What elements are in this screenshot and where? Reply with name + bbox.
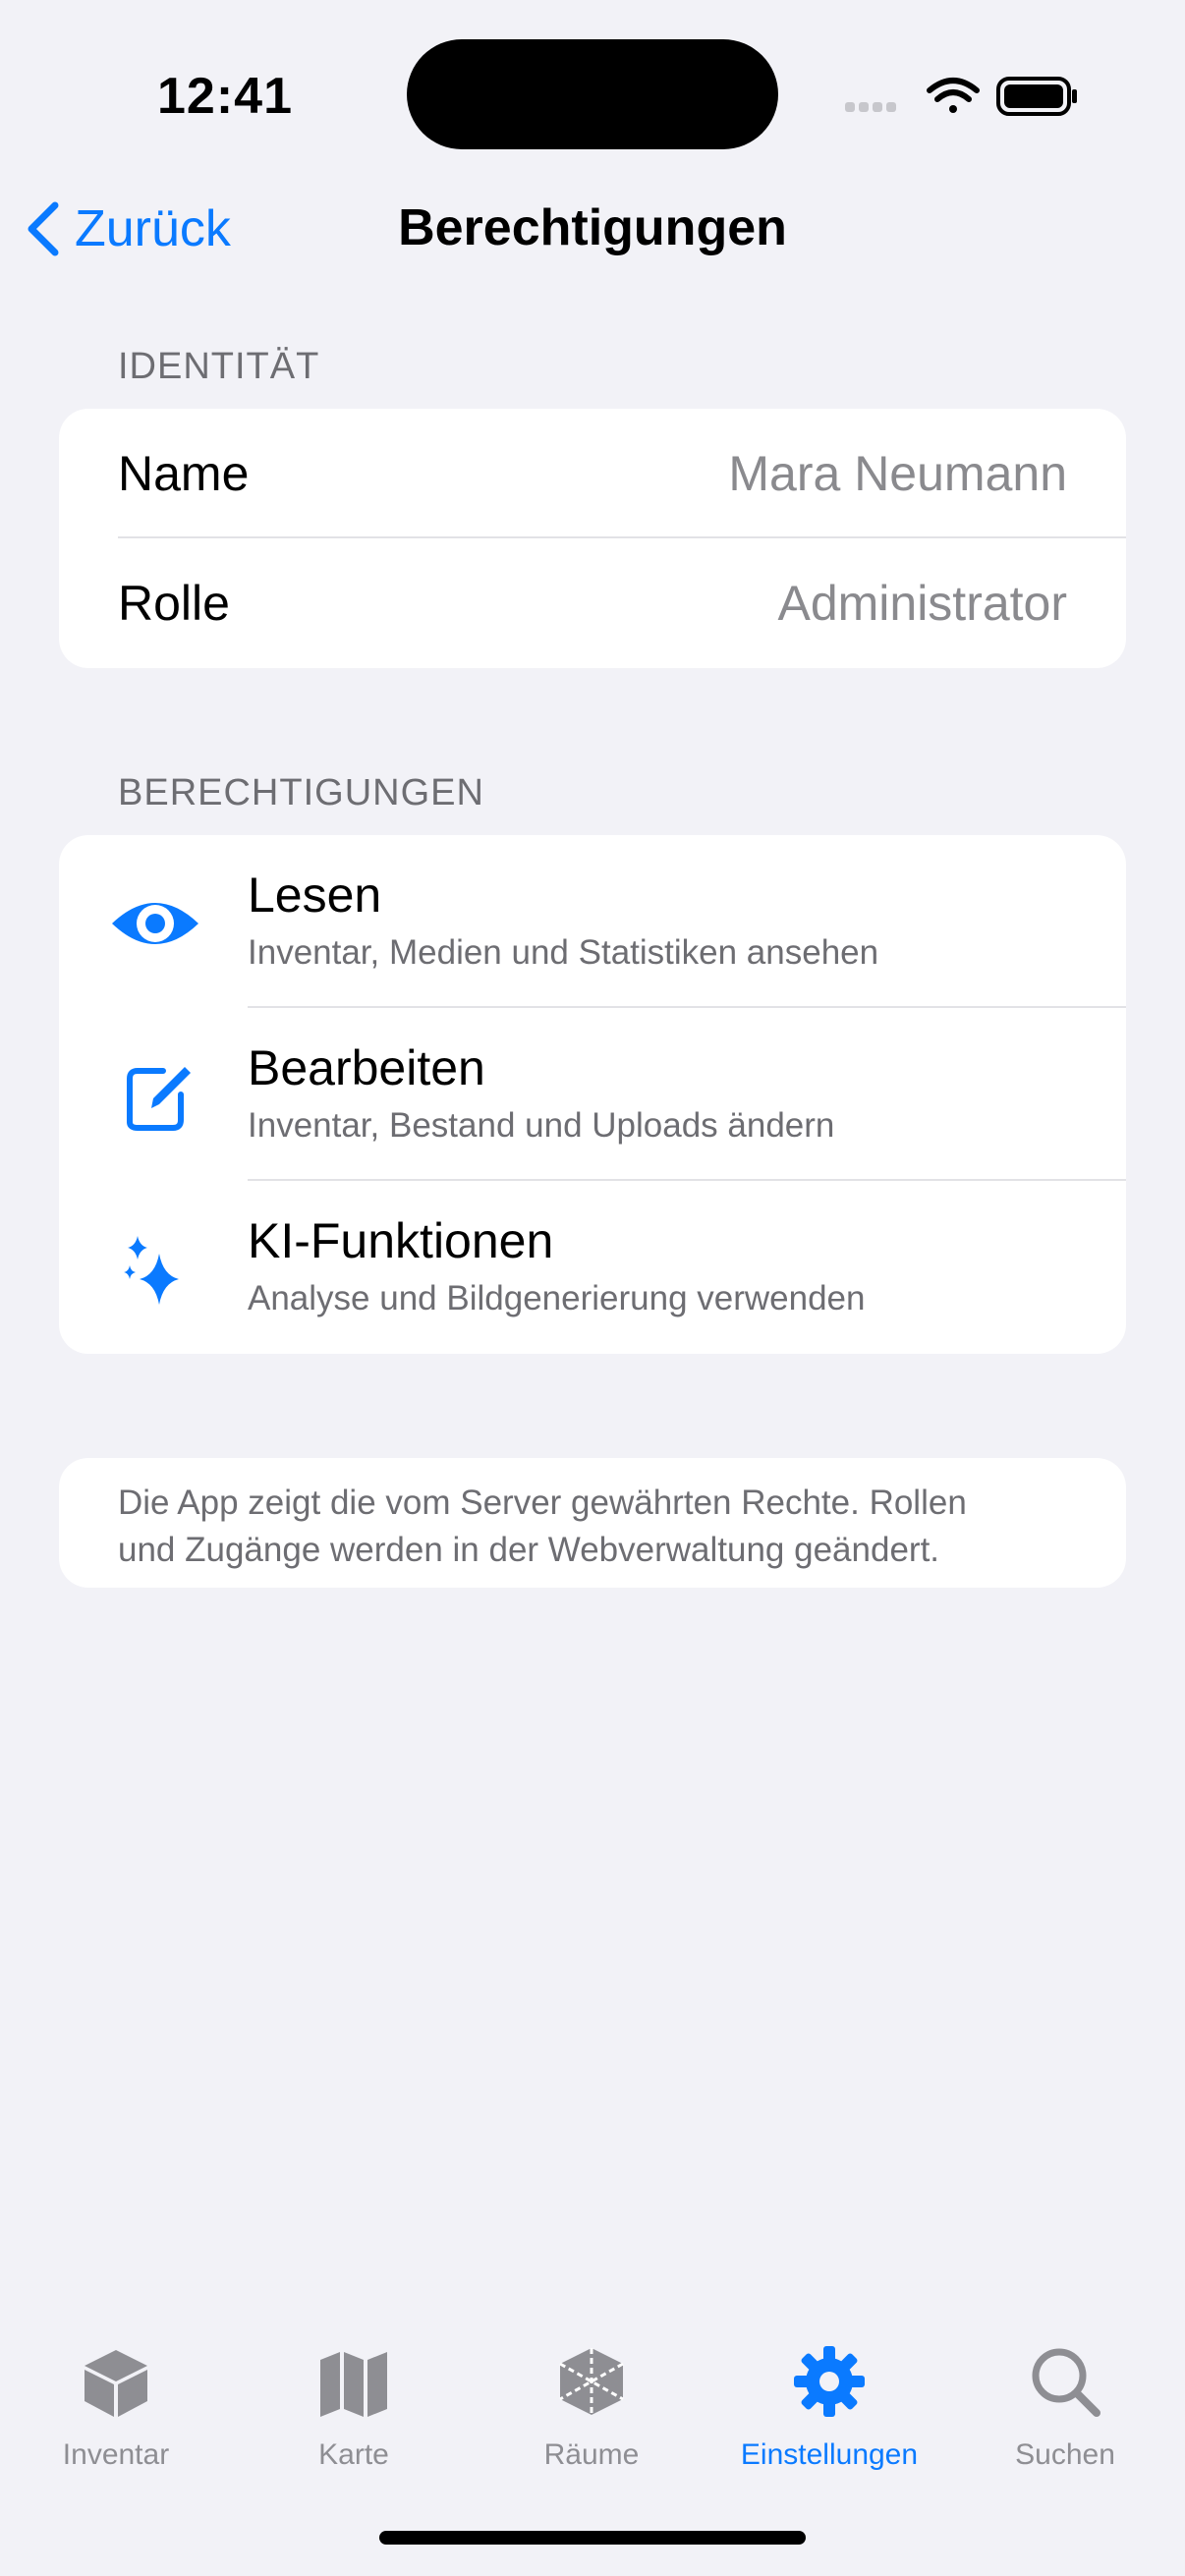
status-time: 12:41 [157,68,293,125]
permission-title: Bearbeiten [248,1040,485,1095]
tab-label: Räume [543,2438,640,2471]
tab-raeume[interactable]: Räume [483,2342,700,2472]
permission-subtitle: Inventar, Medien und Statistiken ansehen [248,933,879,972]
page-title: Berechtigungen [398,199,787,256]
rooms-icon [559,2348,624,2415]
tab-karte[interactable]: Karte [246,2342,462,2472]
status-icons [845,77,1077,116]
tab-label: Suchen [1015,2438,1115,2471]
dynamic-island [407,39,778,149]
eye-icon [112,903,198,944]
wifi-icon [927,78,980,113]
permission-subtitle: Analyse und Bildgenerierung verwenden [248,1279,866,1317]
battery-icon [996,77,1077,116]
permission-row-ai: KI-Funktionen Analyse und Bildgenerierun… [59,1181,1126,1354]
role-value: Administrator [777,576,1067,631]
gear-icon [794,2346,865,2417]
tab-suchen[interactable]: Suchen [957,2342,1173,2472]
permission-title: Lesen [248,868,382,923]
permission-subtitle: Inventar, Bestand und Uploads ändern [248,1106,835,1145]
permission-row-edit: Bearbeiten Inventar, Bestand und Uploads… [59,1008,1126,1181]
name-label: Name [118,446,250,501]
identity-row-role: Rolle Administrator [59,538,1126,668]
name-value: Mara Neumann [728,446,1067,501]
edit-icon [127,1067,191,1131]
permission-title: KI-Funktionen [248,1213,554,1268]
tab-einstellungen[interactable]: Einstellungen [721,2342,937,2472]
identity-section-header: IDENTITÄT [118,346,320,387]
tab-inventar[interactable]: Inventar [8,2342,224,2472]
home-indicator [379,2531,806,2545]
info-note-line: und Zugänge werden in der Webverwaltung … [118,1531,940,1569]
info-note-card: Die App zeigt die vom Server gewährten R… [59,1458,1126,1588]
search-icon [1032,2348,1100,2417]
permissions-card: Lesen Inventar, Medien und Statistiken a… [59,835,1126,1354]
identity-row-name: Name Mara Neumann [59,409,1126,538]
info-note-line: Die App zeigt die vom Server gewährten R… [118,1484,967,1522]
tab-label: Karte [318,2438,389,2471]
identity-card: Name Mara Neumann Rolle Administrator [59,409,1126,668]
box-icon [85,2350,147,2417]
tab-label: Einstellungen [740,2438,919,2471]
tab-label: Inventar [62,2438,170,2471]
permission-row-read: Lesen Inventar, Medien und Statistiken a… [59,835,1126,1008]
permissions-section-header: BERECHTIGUNGEN [118,772,484,813]
map-icon [320,2352,387,2417]
signal-icon [845,102,896,112]
sparkles-icon [124,1236,179,1305]
role-label: Rolle [118,576,230,631]
info-note-text: Die App zeigt die vom Server gewährten R… [118,1480,1091,1574]
